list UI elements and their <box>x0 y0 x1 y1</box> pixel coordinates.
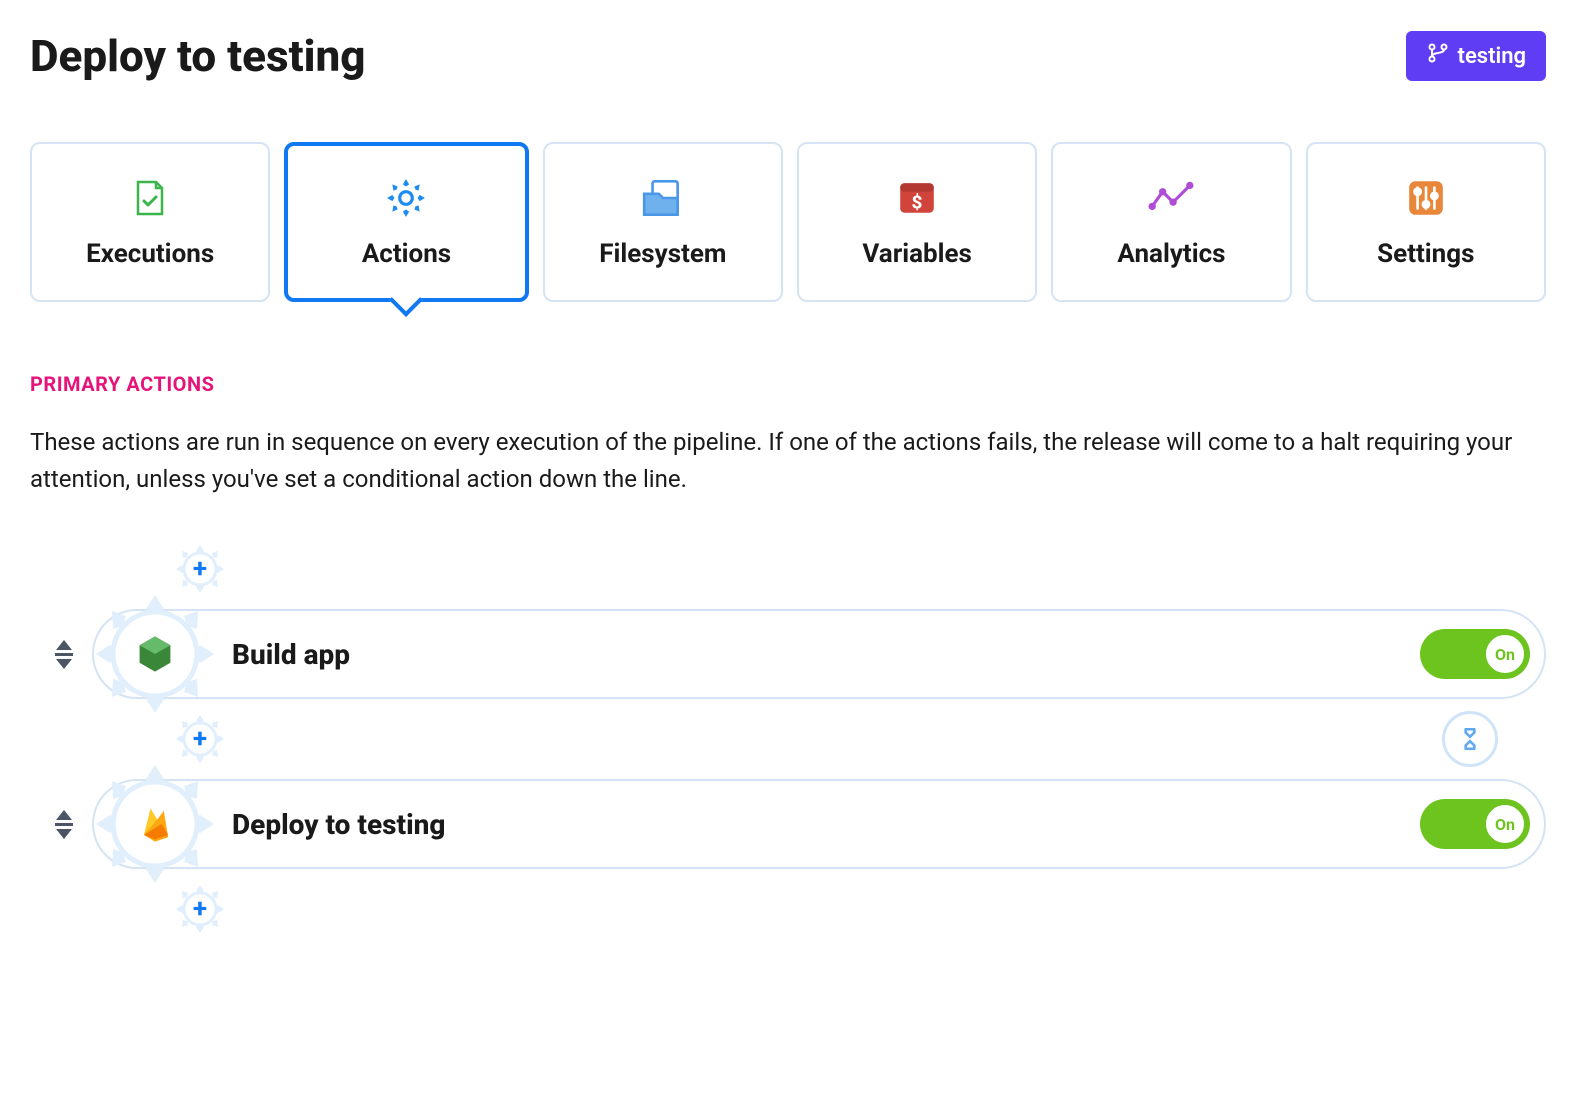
branch-badge[interactable]: testing <box>1406 31 1546 81</box>
drag-handle[interactable] <box>42 632 86 676</box>
tab-actions[interactable]: Actions <box>284 142 528 302</box>
tabs-container: Executions Actions Filesystem <box>30 142 1546 302</box>
action-build-app[interactable]: Build app On <box>92 609 1546 699</box>
action-deploy-to-testing[interactable]: Deploy to testing On <box>92 779 1546 869</box>
svg-text:$: $ <box>912 191 923 214</box>
sliders-icon <box>1403 175 1449 221</box>
folders-icon <box>640 175 686 221</box>
action-label: Deploy to testing <box>232 808 445 841</box>
pipeline: + Build app On <box>30 534 1546 944</box>
add-action-button[interactable]: + <box>172 881 228 937</box>
section-description: These actions are run in sequence on eve… <box>30 424 1516 498</box>
action-toggle[interactable]: On <box>1420 629 1530 679</box>
tab-label: Executions <box>86 239 214 269</box>
plus-icon: + <box>193 556 207 582</box>
tab-variables[interactable]: $ Variables <box>797 142 1037 302</box>
tab-executions[interactable]: Executions <box>30 142 270 302</box>
action-label: Build app <box>232 638 350 671</box>
git-branch-icon <box>1426 41 1450 71</box>
dollar-box-icon: $ <box>894 175 940 221</box>
node-icon <box>117 616 193 692</box>
toggle-state: On <box>1483 632 1527 676</box>
gear-icon <box>383 175 429 221</box>
tab-filesystem[interactable]: Filesystem <box>543 142 783 302</box>
tab-settings[interactable]: Settings <box>1306 142 1546 302</box>
tab-analytics[interactable]: Analytics <box>1051 142 1291 302</box>
plus-icon: + <box>193 726 207 752</box>
add-wait-button[interactable] <box>1442 711 1498 767</box>
drag-handle[interactable] <box>42 802 86 846</box>
tab-label: Actions <box>362 239 451 269</box>
tab-label: Filesystem <box>599 239 726 269</box>
tab-label: Settings <box>1377 239 1474 269</box>
toggle-state: On <box>1483 802 1527 846</box>
tab-label: Analytics <box>1117 239 1225 269</box>
branch-label: testing <box>1458 44 1526 69</box>
action-toggle[interactable]: On <box>1420 799 1530 849</box>
page-title: Deploy to testing <box>30 30 365 82</box>
file-check-icon <box>127 175 173 221</box>
tab-label: Variables <box>862 239 972 269</box>
section-label: PRIMARY ACTIONS <box>30 372 1546 396</box>
plus-icon: + <box>193 896 207 922</box>
chart-line-icon <box>1148 175 1194 221</box>
firebase-icon <box>117 786 193 862</box>
hourglass-icon <box>1457 726 1483 752</box>
